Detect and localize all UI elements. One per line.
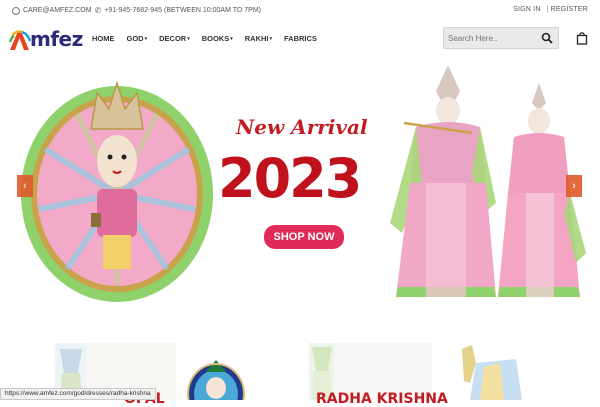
carousel-prev-button[interactable]: ‹ — [17, 175, 33, 197]
category-label-radha-krishna: RADHA KRISHNA — [316, 391, 448, 407]
nav-item-label: RAKHI — [244, 34, 269, 43]
nav-item-home[interactable]: HOME — [92, 34, 115, 43]
sign-in-link[interactable]: SIGN IN — [513, 6, 540, 13]
hero-banner[interactable]: ‹ New Arrival 2023 SHOP NOW › — [0, 57, 600, 315]
browser-status-url: https://www.amfez.com/god/dresses/radha-… — [0, 388, 156, 400]
search-input[interactable] — [448, 31, 538, 45]
search-box — [443, 27, 559, 49]
carousel-next-button[interactable]: › — [566, 175, 582, 197]
shopping-bag-icon[interactable] — [576, 31, 588, 45]
shop-now-button[interactable]: SHOP NOW — [264, 225, 344, 249]
nav-item-rakhi[interactable]: RAKHI▾ — [245, 34, 272, 43]
contact-email[interactable]: CARE@AMFEZ.COM — [23, 7, 92, 14]
chevron-down-icon: ▾ — [269, 36, 273, 42]
top-bar: CARE@AMFEZ.COM ✆ +91-945-7682-945 (BETWE… — [0, 0, 600, 22]
chevron-down-icon: ▾ — [144, 36, 148, 42]
auth-links: SIGN IN | REGISTER — [513, 6, 588, 13]
search-icon[interactable] — [541, 32, 553, 44]
register-link[interactable]: REGISTER — [551, 6, 588, 13]
nav-item-label: GOD — [126, 34, 144, 43]
mail-icon — [12, 6, 20, 15]
category-card-radha-krishna[interactable]: RADHA KRISHNA — [308, 343, 448, 407]
site-logo[interactable]: mfez — [8, 27, 83, 51]
dress-thumbnail-image[interactable] — [456, 343, 546, 400]
nav-item-decor[interactable]: DECOR▾ — [159, 34, 190, 43]
auth-separator: | — [546, 6, 549, 13]
nav-item-books[interactable]: BOOKS▾ — [202, 34, 233, 43]
contact-info: CARE@AMFEZ.COM ✆ +91-945-7682-945 (BETWE… — [12, 6, 261, 15]
nav-item-fabrics[interactable]: FABRICS — [284, 34, 317, 43]
chevron-down-icon: ▾ — [187, 36, 190, 42]
main-nav: mfez HOME GOD▾ DECOR▾ BOOKS▾ RAKHI▾ FABR… — [0, 22, 600, 56]
radha-krishna-image — [390, 65, 586, 297]
nav-menu: HOME GOD▾ DECOR▾ BOOKS▾ RAKHI▾ FABRICS — [92, 34, 317, 43]
phone-icon: ✆ — [94, 6, 102, 15]
nav-item-label: FABRICS — [284, 34, 317, 43]
contact-phone: +91-945-7682-945 (BETWEEN 10:00AM TO 7PM… — [104, 7, 261, 14]
hero-headline: New Arrival — [236, 115, 368, 139]
nav-item-label: DECOR — [159, 34, 187, 43]
logo-mark-icon — [8, 30, 32, 50]
deity-dress-image — [21, 80, 213, 302]
hero-year: 2023 — [218, 147, 362, 210]
nav-item-label: HOME — [92, 34, 115, 43]
nav-item-god[interactable]: GOD▾ — [127, 34, 148, 43]
decor-thumbnail-image[interactable] — [186, 354, 246, 400]
nav-item-label: BOOKS — [201, 34, 230, 43]
chevron-down-icon: ▾ — [230, 36, 233, 42]
logo-text: mfez — [30, 27, 83, 51]
